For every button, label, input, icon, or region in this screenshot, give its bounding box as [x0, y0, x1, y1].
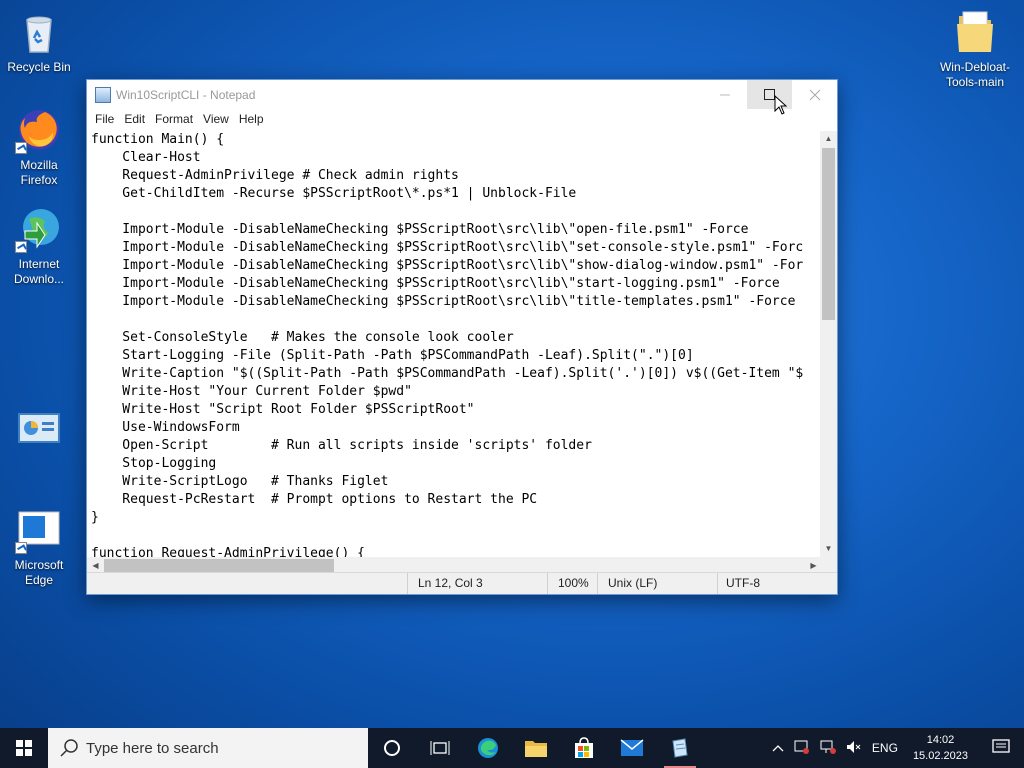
taskbar-store-button[interactable] [560, 728, 608, 768]
desktop-icon-microsoft-edge[interactable]: Microsoft Edge [1, 506, 77, 588]
globe-download-icon [15, 205, 63, 253]
shortcut-arrow-icon [15, 241, 27, 253]
minimize-button[interactable] [702, 80, 747, 109]
action-center-button[interactable] [978, 738, 1024, 758]
firefox-icon [15, 106, 63, 154]
volume-muted-icon [846, 740, 861, 753]
system-tray: ENG 14:02 15.02.2023 [767, 728, 1024, 768]
clock-time: 14:02 [926, 734, 955, 746]
notepad-icon [672, 738, 688, 758]
menu-file[interactable]: File [90, 112, 119, 126]
taskbar-edge-button[interactable] [464, 728, 512, 768]
folder-icon [951, 8, 999, 56]
scroll-down-icon[interactable]: ▼ [820, 541, 837, 557]
taskbar-mail-button[interactable] [608, 728, 656, 768]
cortana-circle-icon [384, 740, 400, 756]
windows-logo-icon [16, 740, 32, 756]
show-hidden-icons-button[interactable] [767, 741, 789, 755]
edge-icon [478, 738, 498, 758]
desktop-icon-internet-download-manager[interactable]: Internet Downlo... [1, 205, 77, 287]
close-button[interactable] [792, 80, 837, 109]
status-cursor-position: Ln 12, Col 3 [407, 573, 547, 594]
vertical-scrollbar[interactable]: ▲ ▼ [820, 131, 837, 557]
notepad-icon [95, 86, 111, 103]
desktop-icon-win-debloat-tools-folder[interactable]: Win-Debloat-Tools-main [936, 8, 1014, 90]
window-title: Win10ScriptCLI - Notepad [116, 87, 256, 102]
tray-volume-button[interactable] [841, 740, 867, 757]
close-icon [809, 89, 820, 100]
desktop-icon-control-panel[interactable] [1, 406, 77, 458]
security-alert-icon [794, 740, 809, 754]
mouse-cursor-icon [774, 95, 788, 115]
store-icon [575, 737, 593, 758]
clock[interactable]: 14:02 15.02.2023 [903, 732, 978, 764]
taskbar-file-explorer-button[interactable] [512, 728, 560, 768]
status-encoding: UTF-8 [717, 573, 837, 594]
desktop-icon-label: Mozilla Firefox [20, 158, 58, 187]
menu-bar: File Edit Format View Help [87, 109, 837, 129]
menu-edit[interactable]: Edit [119, 112, 150, 126]
scroll-up-icon[interactable]: ▲ [820, 131, 837, 147]
notepad-window[interactable]: Win10ScriptCLI - Notepad File Edit Forma… [86, 79, 838, 595]
network-icon [820, 740, 836, 754]
task-view-button[interactable] [416, 728, 464, 768]
cortana-button[interactable] [368, 728, 416, 768]
status-line-ending: Unix (LF) [597, 573, 717, 594]
tray-security-button[interactable] [789, 740, 815, 757]
file-explorer-icon [525, 741, 547, 757]
taskbar-notepad-button[interactable] [656, 728, 704, 768]
language-indicator[interactable]: ENG [867, 741, 903, 755]
taskbar: Type here to search ENG 14:02 15.02.2023 [0, 728, 1024, 768]
desktop-icon-label: Win-Debloat-Tools-main [939, 60, 1011, 89]
status-bar: Ln 12, Col 3 100% Unix (LF) UTF-8 [87, 572, 837, 594]
taskbar-search-box[interactable]: Type here to search [48, 728, 368, 768]
mail-icon [620, 739, 644, 756]
control-panel-icon [15, 406, 63, 454]
menu-view[interactable]: View [198, 112, 234, 126]
status-zoom: 100% [547, 573, 597, 594]
desktop-icon-label: Internet Downlo... [13, 257, 65, 286]
search-placeholder: Type here to search [86, 739, 219, 757]
task-view-icon [430, 741, 450, 755]
desktop-icon-firefox[interactable]: Mozilla Firefox [1, 106, 77, 188]
recycle-bin-icon [15, 8, 63, 56]
start-button[interactable] [0, 728, 48, 768]
desktop-icon-label: Recycle Bin [7, 60, 71, 74]
clock-date: 15.02.2023 [912, 750, 968, 762]
title-bar[interactable]: Win10ScriptCLI - Notepad [87, 80, 837, 109]
menu-format[interactable]: Format [150, 112, 198, 126]
shortcut-arrow-icon [15, 542, 27, 554]
shortcut-arrow-icon [15, 142, 27, 154]
edge-legacy-icon [15, 506, 63, 554]
search-icon [60, 739, 78, 757]
text-editor[interactable]: function Main() { Clear-Host Request-Adm… [87, 131, 822, 557]
tray-network-button[interactable] [815, 740, 841, 757]
minimize-icon [719, 94, 730, 95]
desktop-icon-recycle-bin[interactable]: Recycle Bin [1, 8, 77, 75]
horizontal-scroll-thumb[interactable] [104, 559, 334, 572]
desktop-icon-label: Microsoft Edge [14, 558, 64, 587]
menu-help[interactable]: Help [234, 112, 269, 126]
chevron-up-icon [772, 745, 784, 752]
vertical-scroll-thumb[interactable] [822, 148, 835, 320]
notification-icon [992, 738, 1010, 753]
